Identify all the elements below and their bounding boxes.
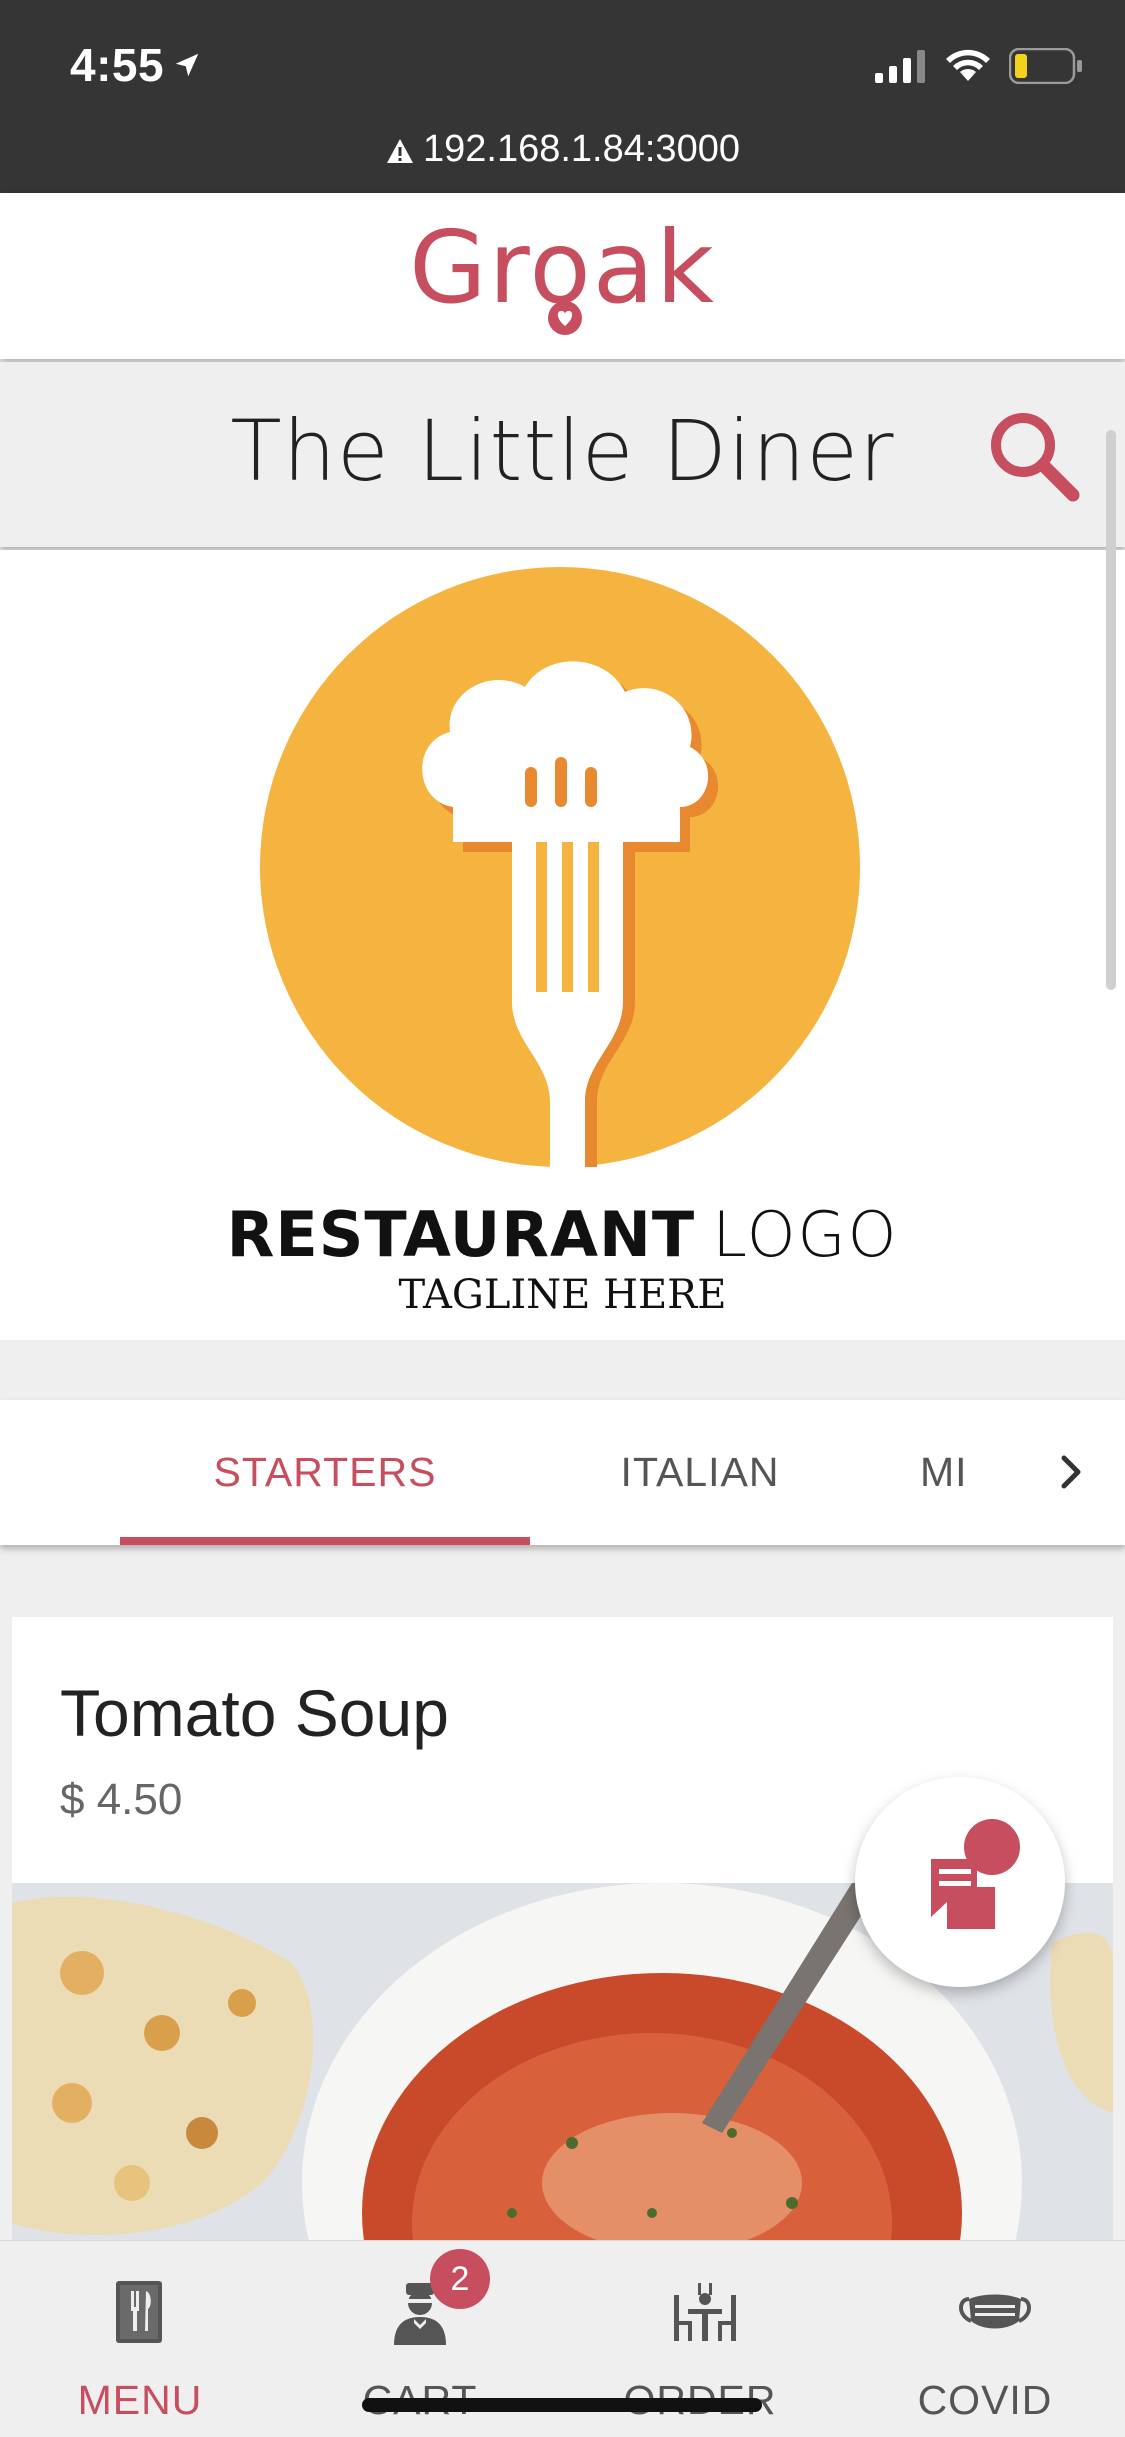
item-price: $ 4.50 (60, 1775, 183, 1824)
brand-heart-icon (548, 301, 582, 335)
nav-covid[interactable]: COVID (845, 2241, 1125, 2437)
restaurant-name: The Little Diner (230, 402, 895, 500)
status-time-text: 4:55 (70, 39, 165, 91)
dining-table-icon (674, 2283, 736, 2341)
url-text: 192.168.1.84:3000 (423, 128, 740, 170)
brand-header: Groak (0, 193, 1125, 359)
battery-icon (1009, 48, 1082, 84)
location-arrow-icon (175, 53, 199, 77)
logo-name-bold: RESTAURANT (226, 1198, 696, 1271)
signal-icon (875, 50, 925, 83)
warning-icon (387, 138, 413, 163)
status-time: 4:55 (70, 38, 202, 92)
cart-count-badge: 2 (430, 2249, 490, 2309)
chat-icon (931, 1819, 1020, 1939)
status-icons (875, 48, 1083, 84)
status-bar: 4:55 192.168.1.84:3000 (0, 0, 1125, 193)
restaurant-logo-image (260, 567, 860, 1167)
scrollbar[interactable] (1106, 430, 1116, 990)
nav-menu-label: MENU (77, 2377, 203, 2423)
logo-name: RESTAURANT LOGO (0, 1198, 1125, 1271)
wifi-icon (946, 49, 990, 81)
category-tabs: STARTERS ITALIAN MI (0, 1400, 1125, 1545)
search-icon (991, 413, 1080, 502)
chat-fab-button[interactable] (855, 1777, 1065, 1987)
logo-tagline: TAGLINE HERE (398, 1272, 727, 1318)
restaurant-title-bar: The Little Diner (0, 362, 1125, 547)
tab-starters[interactable]: STARTERS (120, 1400, 530, 1545)
face-mask-icon (959, 2294, 1031, 2329)
restaurant-logo-area: RESTAURANT LOGO TAGLINE HERE (0, 550, 1125, 1340)
url-bar[interactable]: 192.168.1.84:3000 (0, 128, 1125, 171)
nav-covid-label: COVID (917, 2377, 1053, 2423)
menu-book-icon (116, 2281, 162, 2343)
search-button[interactable] (985, 407, 1085, 507)
logo-name-light: LOGO (712, 1198, 899, 1271)
chevron-right-icon (1061, 1455, 1081, 1489)
nav-menu[interactable]: MENU (0, 2241, 280, 2437)
tab-italian[interactable]: ITALIAN (530, 1400, 870, 1545)
item-name: Tomato Soup (60, 1676, 449, 1750)
tabs-scroll-right-button[interactable] (1040, 1442, 1100, 1502)
home-indicator[interactable] (362, 2398, 762, 2412)
tab-indicator (120, 1537, 530, 1545)
